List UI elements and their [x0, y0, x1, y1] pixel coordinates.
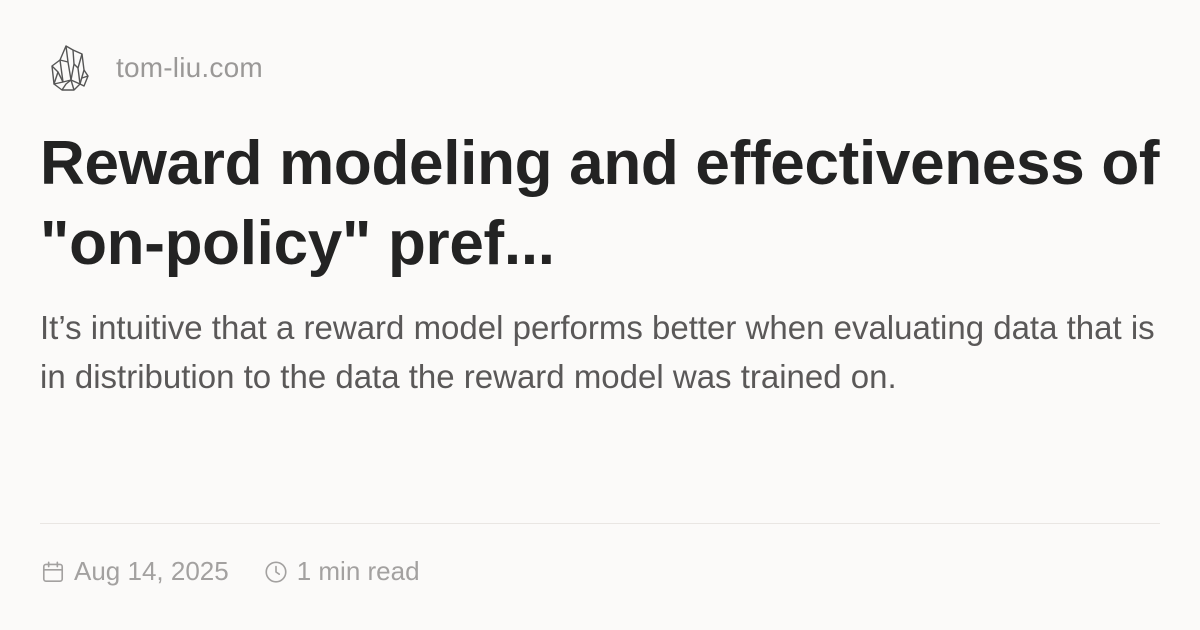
- post-date: Aug 14, 2025: [40, 556, 229, 587]
- post-meta: Aug 14, 2025 1 min read: [40, 556, 420, 587]
- calendar-icon: [42, 560, 64, 582]
- post-description: It’s intuitive that a reward model perfo…: [40, 309, 1155, 395]
- crystal-logo-icon[interactable]: [44, 40, 92, 96]
- post-read-time-text: 1 min read: [296, 556, 420, 586]
- site-header: tom-liu.com: [44, 40, 263, 96]
- site-name[interactable]: tom-liu.com: [116, 52, 263, 84]
- post-date-text: Aug 14, 2025: [74, 556, 229, 586]
- divider: [40, 523, 1160, 524]
- post-read-time: 1 min read: [263, 556, 420, 587]
- post-title: Reward modeling and effectiveness of "on…: [40, 129, 1160, 278]
- clock-icon: [265, 560, 287, 583]
